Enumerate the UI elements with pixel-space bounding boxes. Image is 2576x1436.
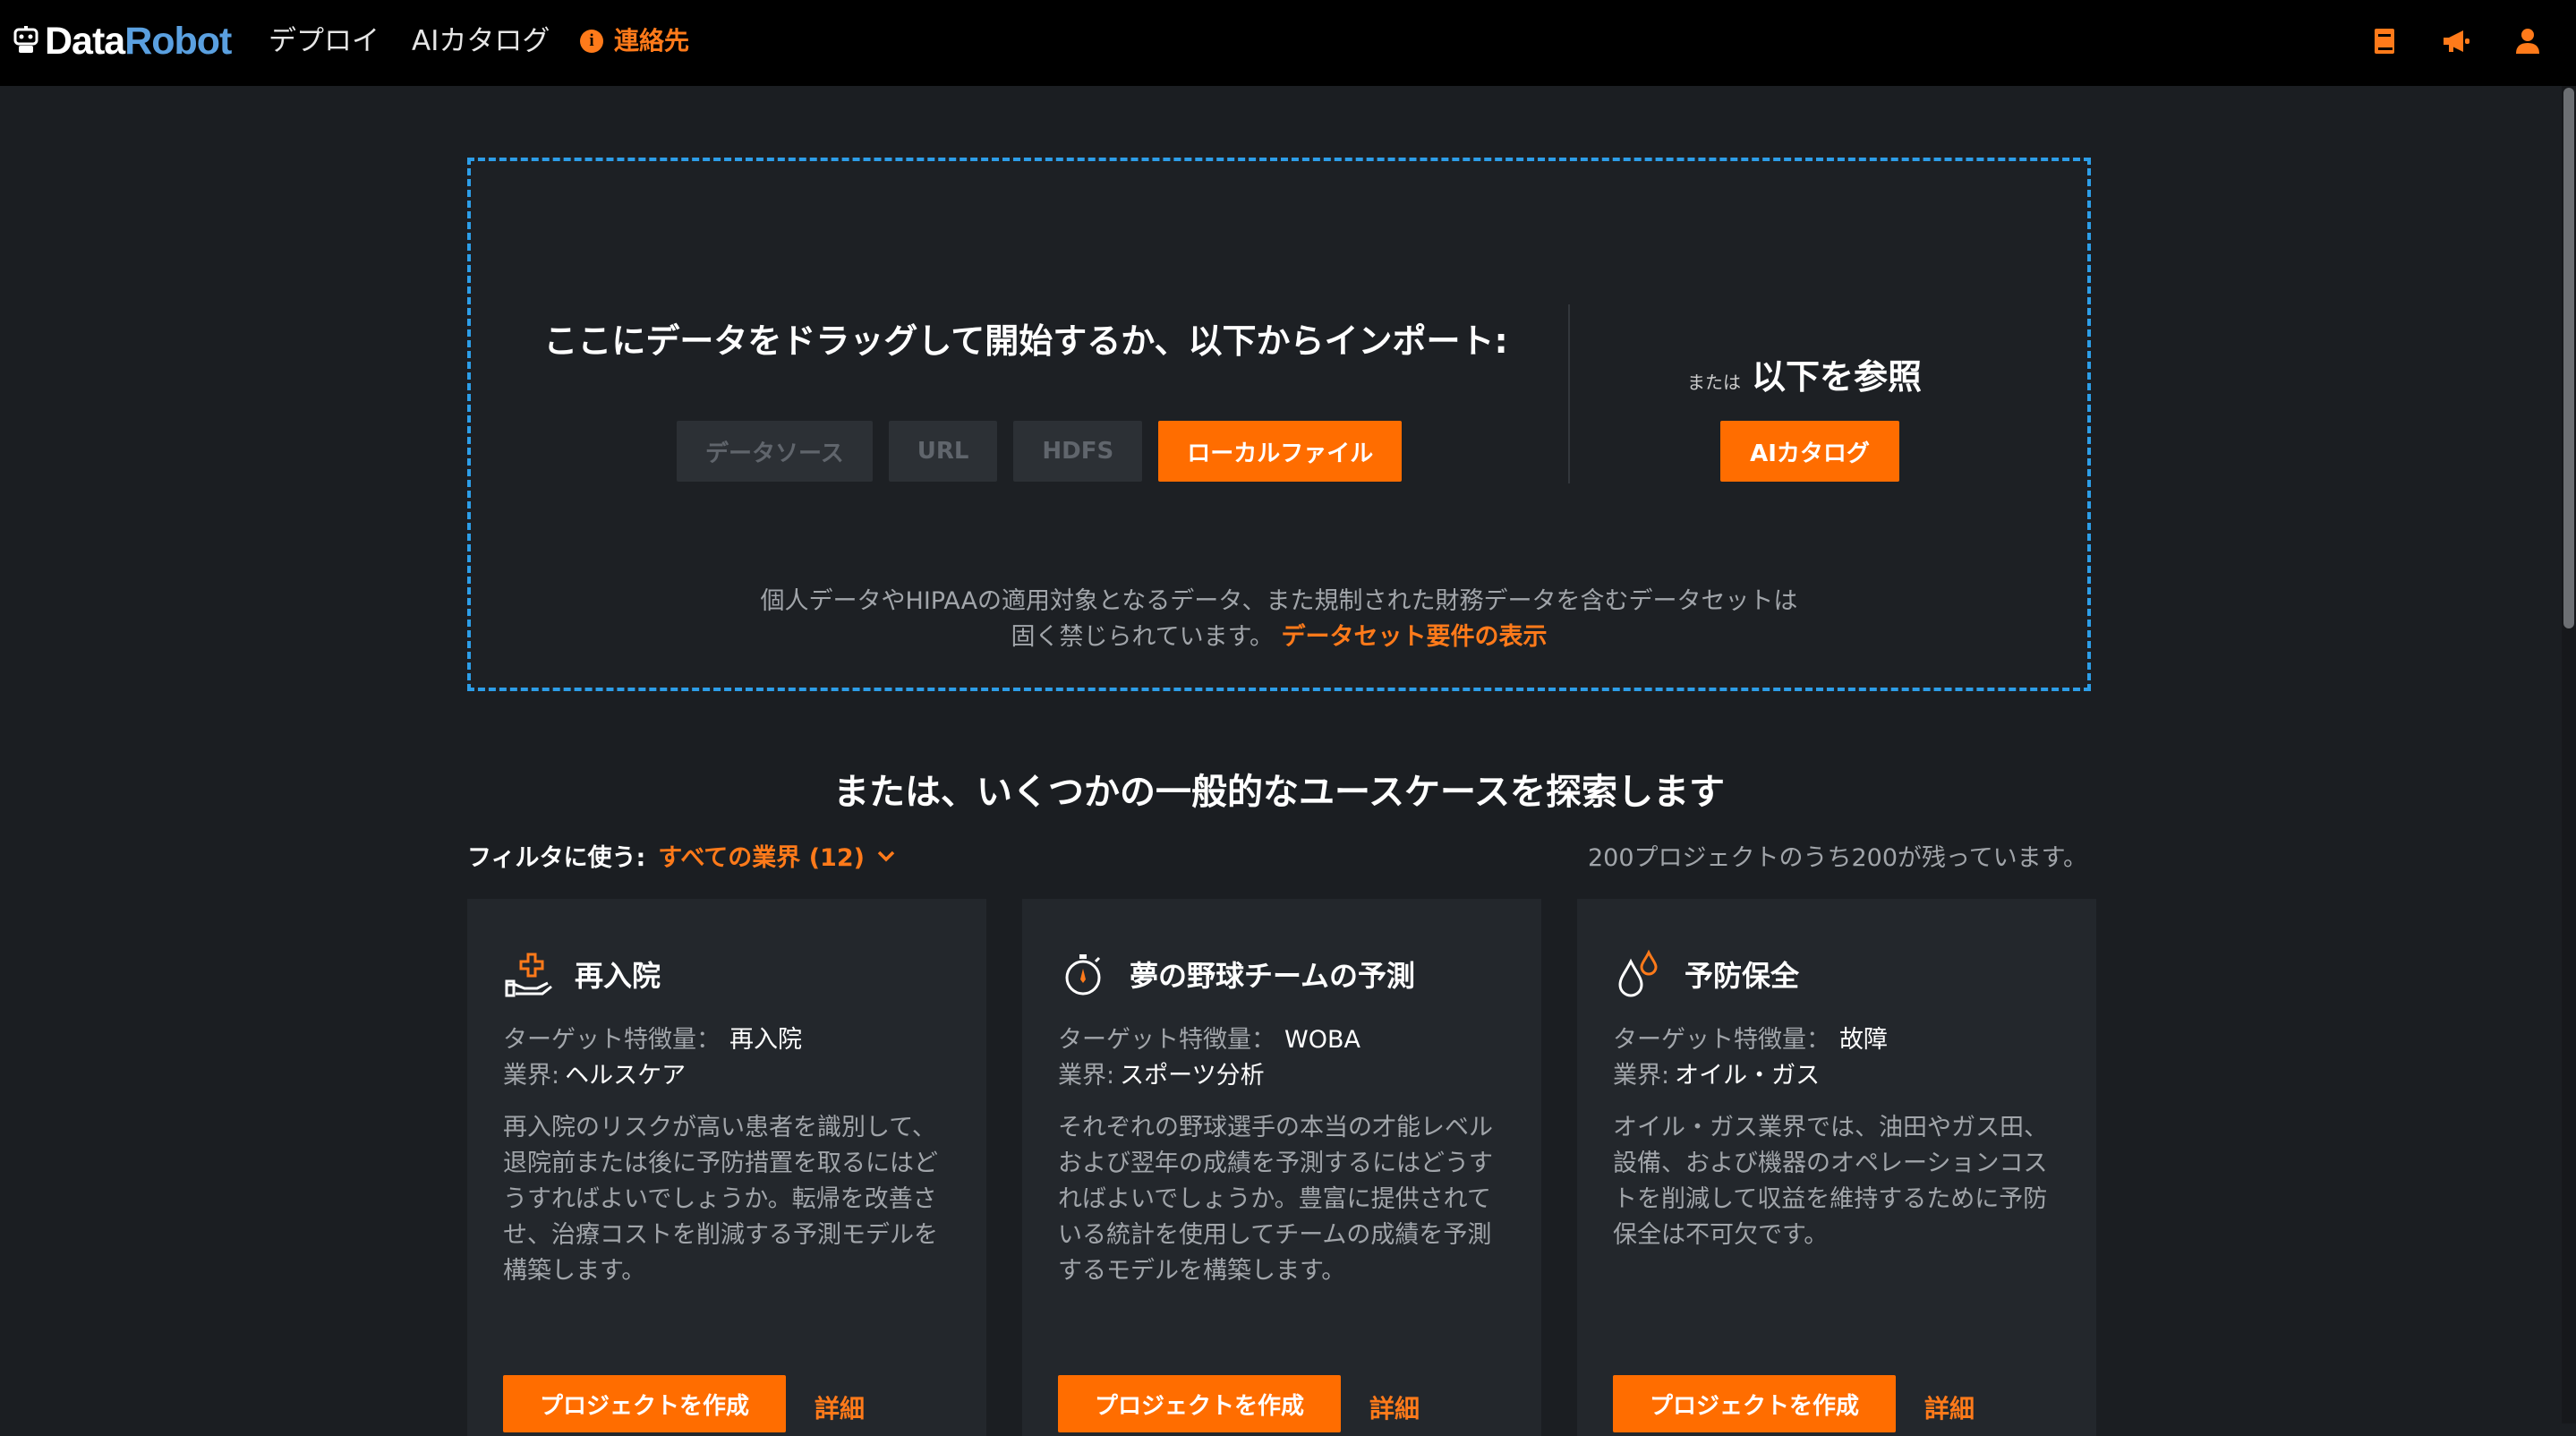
industry-filter: フィルタに使う: すべての業界 (12) xyxy=(467,838,897,873)
browse-label: 以下を参照 xyxy=(1751,357,1922,397)
target-label: ターゲット特徴量： xyxy=(503,1026,721,1054)
card-description: オイル・ガス業界では、油田やガス田、設備、および機器のオペレーションコストを削減… xyxy=(1613,1114,2048,1249)
nav-ai-catalog[interactable]: AIカタログ xyxy=(412,21,550,61)
browse-heading: または 以下を参照 xyxy=(1616,349,1992,398)
usecase-card: 再入院 ターゲット特徴量： 再入院 業界: ヘルスケア 再入院のリスクが高い患者を識… xyxy=(467,899,986,1436)
policy-line-2: 固く禁じられています。 xyxy=(1011,623,1274,651)
industry-label: 業界: xyxy=(1613,1062,1670,1090)
drop-zone-title: ここにデータをドラッグして開始するか、以下からインポート: xyxy=(543,321,1508,361)
ai-catalog-button[interactable]: AIカタログ xyxy=(1720,421,1899,482)
filter-label: フィルタに使う: xyxy=(467,844,646,872)
user-icon[interactable] xyxy=(2512,25,2544,57)
url-button[interactable]: URL xyxy=(888,421,998,482)
nav-deploy[interactable]: デプロイ xyxy=(269,21,380,61)
oil-drops-icon xyxy=(1618,949,1658,997)
info-icon: i xyxy=(580,30,603,53)
create-project-button[interactable]: プロジェクトを作成 xyxy=(1058,1375,1341,1432)
details-link[interactable]: 詳細 xyxy=(1369,1389,1420,1425)
local-file-button[interactable]: ローカルファイル xyxy=(1158,421,1403,482)
industry-label: 業界: xyxy=(1058,1062,1115,1090)
usecase-card: 夢の野球チームの予測 ターゲット特徴量： WOBA 業界: スポーツ分析 それぞれの… xyxy=(1022,899,1541,1436)
brand-text-data: Data xyxy=(45,19,125,63)
industry-value: ヘルスケア xyxy=(565,1062,687,1090)
stopwatch-icon xyxy=(1065,954,1101,996)
usecases-title: または、いくつかの一般的なユースケースを探索します xyxy=(833,772,1725,813)
card-description: それぞれの野球選手の本当の才能レベルおよび翌年の成績を予測するにはどうすればよい… xyxy=(1058,1114,1493,1285)
data-source-button[interactable]: データソース xyxy=(677,421,873,482)
data-drop-zone[interactable]: ここにデータをドラッグして開始するか、以下からインポート: データソース URL… xyxy=(467,158,2091,691)
target-feature: ターゲット特徴量： 再入院 xyxy=(503,1022,802,1058)
project-count: 200プロジェクトのうち200が残っています。 xyxy=(1587,844,2087,872)
nav-contact[interactable]: i 連絡先 xyxy=(580,23,689,59)
chevron-down-icon xyxy=(877,850,895,861)
contact-label: 連絡先 xyxy=(614,26,690,56)
robot-logo-icon xyxy=(13,26,38,53)
card-description: 再入院のリスクが高い患者を識別して、退院前または後に予防措置を取るにはどうすれば… xyxy=(503,1114,938,1285)
target-label: ターゲット特徴量： xyxy=(1058,1026,1275,1054)
industry: 業界: スポーツ分析 xyxy=(1058,1058,1265,1094)
dataset-requirements-link[interactable]: データセット要件の表示 xyxy=(1282,623,1548,651)
filter-value: すべての業界 (12) xyxy=(658,844,865,872)
industry-value: スポーツ分析 xyxy=(1120,1062,1265,1090)
industry: 業界: ヘルスケア xyxy=(503,1058,686,1094)
target-value: 再入院 xyxy=(729,1026,802,1054)
target-value: WOBA xyxy=(1284,1026,1361,1054)
target-feature: ターゲット特徴量： WOBA xyxy=(1058,1022,1361,1058)
vertical-divider xyxy=(1568,304,1570,483)
card-title: 再入院 xyxy=(575,959,661,993)
data-policy-note: 個人データやHIPAAの適用対象となるデータ、また規制された財務データを含むデー… xyxy=(471,584,2087,655)
industry: 業界: オイル・ガス xyxy=(1613,1058,1820,1094)
scrollbar-thumb[interactable] xyxy=(2563,88,2574,628)
create-project-button[interactable]: プロジェクトを作成 xyxy=(503,1375,786,1432)
target-value: 故障 xyxy=(1839,1026,1888,1054)
create-project-button[interactable]: プロジェクトを作成 xyxy=(1613,1375,1896,1432)
or-label: または xyxy=(1686,372,1741,393)
industry-label: 業界: xyxy=(503,1062,560,1090)
book-icon[interactable] xyxy=(2368,25,2401,57)
target-feature: ターゲット特徴量： 故障 xyxy=(1613,1022,1888,1058)
megaphone-icon[interactable] xyxy=(2440,25,2472,57)
policy-line-1: 個人データやHIPAAの適用対象となるデータ、また規制された財務データを含むデー… xyxy=(760,587,1798,615)
top-navbar: DataRobot デプロイ AIカタログ i 連絡先 xyxy=(0,0,2576,86)
card-title: 予防保全 xyxy=(1685,959,1800,993)
details-link[interactable]: 詳細 xyxy=(1924,1389,1975,1425)
import-source-buttons: データソース URL HDFS ローカルファイル xyxy=(677,421,1403,482)
datarobot-logo[interactable]: DataRobot xyxy=(13,19,232,63)
industry-value: オイル・ガス xyxy=(1675,1062,1821,1090)
hdfs-button[interactable]: HDFS xyxy=(1013,421,1143,482)
hand-medical-icon xyxy=(505,953,552,997)
brand-text-robot: Robot xyxy=(124,19,232,63)
industry-filter-dropdown[interactable]: すべての業界 (12) xyxy=(658,838,897,873)
usecase-card: 予防保全 ターゲット特徴量： 故障 業界: オイル・ガス オイル・ガス業界では、油田… xyxy=(1577,899,2096,1436)
card-title: 夢の野球チームの予測 xyxy=(1130,959,1416,993)
target-label: ターゲット特徴量： xyxy=(1613,1026,1830,1054)
details-link[interactable]: 詳細 xyxy=(815,1389,865,1425)
